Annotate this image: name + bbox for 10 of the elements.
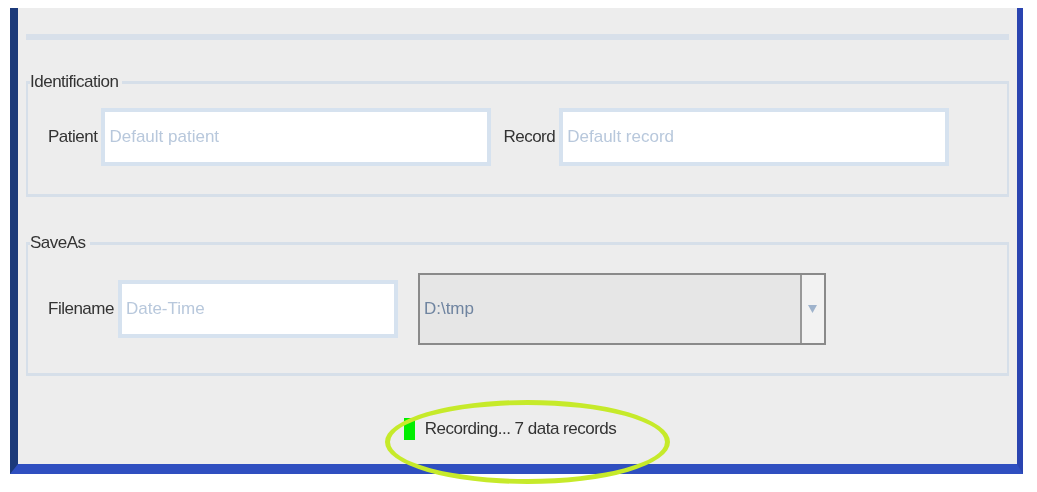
field-label: Patient <box>48 127 98 147</box>
status-text: Recording... 7 data records <box>424 419 617 439</box>
field-label: Filename <box>48 299 114 319</box>
field-label: Record <box>503 127 556 147</box>
section-legend: SaveAs <box>30 233 90 253</box>
section-legend: Identification <box>30 72 123 92</box>
text-field[interactable]: Date-Time <box>117 280 398 338</box>
text-field[interactable]: Default patient <box>101 108 492 166</box>
text-field[interactable]: Default record <box>559 108 950 166</box>
dropdown-arrow-icon <box>808 305 818 313</box>
